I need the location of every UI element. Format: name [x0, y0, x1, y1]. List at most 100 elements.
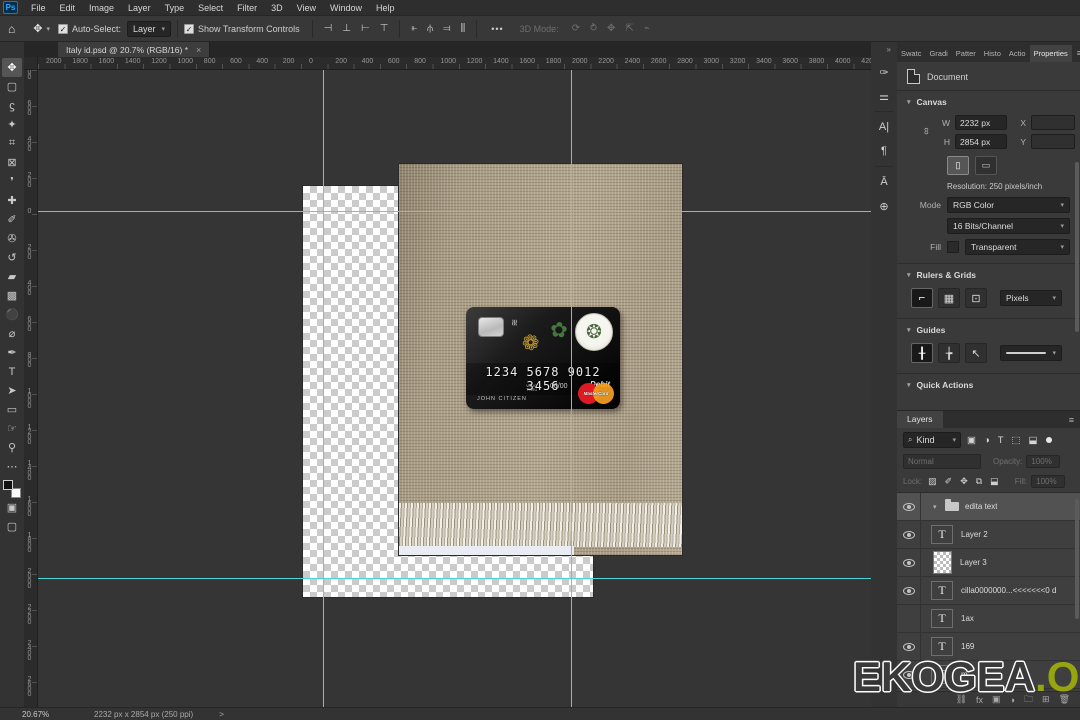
tab-history[interactable]: Histo — [980, 45, 1005, 62]
align-horizontal-centers-icon[interactable]: ⊤ — [375, 23, 394, 34]
gradient-tool[interactable]: ▩ — [2, 286, 22, 305]
layer-name[interactable]: 169 — [961, 642, 974, 651]
filter-type-layers-icon[interactable]: T — [996, 435, 1006, 446]
auto-select-dropdown[interactable]: Layer ▾ — [127, 20, 172, 37]
panel-menu-icon[interactable]: ≡ — [1072, 44, 1080, 62]
opacity-field[interactable]: 100% — [1026, 455, 1061, 468]
layer-name[interactable]: Layer 3 — [960, 558, 987, 567]
menu-help[interactable]: Help — [369, 0, 402, 16]
filter-toggle-icon[interactable] — [1045, 437, 1052, 443]
toggle-guides-button[interactable]: ╂ — [911, 343, 933, 363]
more-options-icon[interactable]: ••• — [483, 24, 511, 34]
libraries-globe-icon[interactable]: ⊕ — [873, 194, 895, 218]
eyedropper-tool[interactable]: ❜ — [2, 172, 22, 191]
lock-all-icon[interactable]: ⬓ — [988, 476, 1001, 487]
brush-settings-icon[interactable]: ✑ — [873, 60, 895, 84]
show-transform-checkbox[interactable]: ✓ — [184, 23, 195, 34]
blur-tool[interactable]: ⚫ — [2, 305, 22, 324]
glyphs-panel-icon[interactable]: Ā — [873, 170, 895, 194]
credit-card-image[interactable]: ≋ ❁ ✿ ❀ ❂ 1234 5678 9012 3456 VALID THRU… — [466, 307, 620, 409]
lock-transparency-icon[interactable]: ▨ — [926, 476, 939, 487]
filter-kind-dropdown[interactable]: ⌕ Kind ▾ — [903, 432, 961, 448]
rulers-grids-header[interactable]: ▾ Rulers & Grids — [907, 270, 1070, 280]
fill-color-box[interactable] — [947, 241, 959, 253]
distribute-center-icon[interactable]: ⫛ — [422, 23, 438, 34]
canvas-section-header[interactable]: ▾ Canvas — [907, 97, 1070, 107]
clear-guides-button[interactable]: ↖ — [965, 343, 987, 363]
document-tab[interactable]: Italy id.psd @ 20.7% (RGB/16) * × — [58, 42, 211, 57]
layer-row-group[interactable]: ▾ edita text — [897, 493, 1080, 521]
lock-position-icon[interactable]: ✥ — [958, 476, 970, 487]
marquee-tool[interactable]: ▢ — [2, 77, 22, 96]
distribute-spacing-icon[interactable]: ⫼ — [456, 23, 471, 34]
layer-row[interactable]: T 1ax — [897, 605, 1080, 633]
filter-smart-objects-icon[interactable]: ⬓ — [1027, 435, 1040, 446]
vertical-guide-right[interactable] — [571, 70, 572, 707]
blend-mode-dropdown[interactable]: Normal — [903, 454, 981, 469]
color-mode-dropdown[interactable]: RGB Color ▾ — [947, 197, 1070, 213]
quick-selection-tool[interactable]: ✦ — [2, 115, 22, 134]
menu-3d[interactable]: 3D — [264, 0, 290, 16]
tab-properties[interactable]: Properties — [1029, 45, 1072, 62]
align-right-edges-icon[interactable]: ⊢ — [356, 23, 375, 34]
layer-name[interactable]: cilla0000000...<<<<<<<0 d — [961, 586, 1056, 595]
menu-window[interactable]: Window — [323, 0, 369, 16]
tab-actions[interactable]: Actio — [1005, 45, 1030, 62]
home-icon[interactable]: ⌂ — [0, 22, 25, 36]
paragraph-panel-icon[interactable]: ¶ — [873, 139, 895, 163]
auto-select-checkbox[interactable]: ✓ — [57, 23, 68, 34]
tab-gradients[interactable]: Gradi — [925, 45, 951, 62]
properties-scrollbar[interactable] — [1075, 162, 1079, 332]
layer-row[interactable]: T Layer 2 — [897, 521, 1080, 549]
bit-depth-dropdown[interactable]: 16 Bits/Channel ▾ — [947, 218, 1070, 234]
toggle-grid-button[interactable]: ▦ — [938, 288, 960, 308]
distribute-right-icon[interactable]: ⫤ — [438, 23, 456, 34]
lock-guides-button[interactable]: ╆ — [938, 343, 960, 363]
fill-field[interactable]: 100% — [1031, 475, 1066, 488]
brush-tool[interactable]: ✐ — [2, 210, 22, 229]
close-icon[interactable]: × — [196, 45, 201, 55]
distribute-left-icon[interactable]: ⫦ — [406, 23, 422, 34]
quick-actions-header[interactable]: ▾ Quick Actions — [907, 380, 1070, 390]
visibility-eye-icon[interactable] — [902, 586, 915, 595]
align-left-edges-icon[interactable]: ⊣ — [319, 23, 338, 34]
layer-name[interactable]: edita text — [965, 502, 997, 511]
layers-menu-icon[interactable]: ≡ — [1069, 415, 1080, 425]
horizontal-ruler[interactable]: 2000 1800 1600 1400 1200 1000 800 600 400 200 0 200… — [38, 57, 871, 70]
fill-dropdown[interactable]: Transparent ▾ — [965, 239, 1070, 255]
vertical-guide-left[interactable] — [323, 70, 324, 707]
menu-edit[interactable]: Edit — [53, 0, 83, 16]
3d-slide-icon[interactable]: ⇱ — [620, 23, 638, 34]
zoom-tool[interactable]: ⚲ — [2, 438, 22, 457]
healing-brush-tool[interactable]: ✚ — [2, 191, 22, 210]
layers-scrollbar[interactable] — [1075, 499, 1079, 619]
clone-stamp-tool[interactable]: ✇ — [2, 229, 22, 248]
portrait-orientation-button[interactable]: ▯ — [947, 156, 969, 175]
layer-row[interactable]: T cilla0000000...<<<<<<<0 d — [897, 577, 1080, 605]
menu-image[interactable]: Image — [82, 0, 121, 16]
tab-layers[interactable]: Layers — [897, 411, 943, 428]
3d-drag-icon[interactable]: ✥ — [602, 23, 620, 34]
visibility-eye-icon[interactable] — [902, 558, 915, 567]
guides-header[interactable]: ▾ Guides — [907, 325, 1070, 335]
zoom-level-field[interactable]: 20.67% — [22, 710, 68, 719]
move-tool-icon[interactable]: ✥ — [25, 22, 44, 35]
height-field[interactable]: 2854 px — [955, 134, 1007, 149]
toggle-snap-button[interactable]: ⊡ — [965, 288, 987, 308]
path-selection-tool[interactable]: ➤ — [2, 381, 22, 400]
visibility-eye-icon[interactable] — [902, 642, 915, 651]
crop-tool[interactable]: ⌗ — [2, 134, 22, 153]
toggle-rulers-button[interactable]: ⌐ — [911, 288, 933, 308]
menu-select[interactable]: Select — [191, 0, 230, 16]
tab-patterns[interactable]: Patter — [952, 45, 980, 62]
width-field[interactable]: 2232 px — [955, 115, 1007, 130]
menu-filter[interactable]: Filter — [230, 0, 264, 16]
align-vertical-centers-icon[interactable]: ⊥ — [337, 23, 356, 34]
filter-shape-layers-icon[interactable]: ⬚ — [1010, 435, 1023, 446]
lock-paint-icon[interactable]: ✐ — [943, 476, 955, 487]
lasso-tool[interactable]: ϛ — [2, 96, 22, 115]
screen-mode-button[interactable]: ▢ — [2, 517, 22, 536]
properties-sliders-icon[interactable]: ⚌ — [873, 84, 895, 108]
lock-artboard-icon[interactable]: ⧉ — [974, 476, 984, 487]
layer-name[interactable]: 1ax — [961, 614, 974, 623]
